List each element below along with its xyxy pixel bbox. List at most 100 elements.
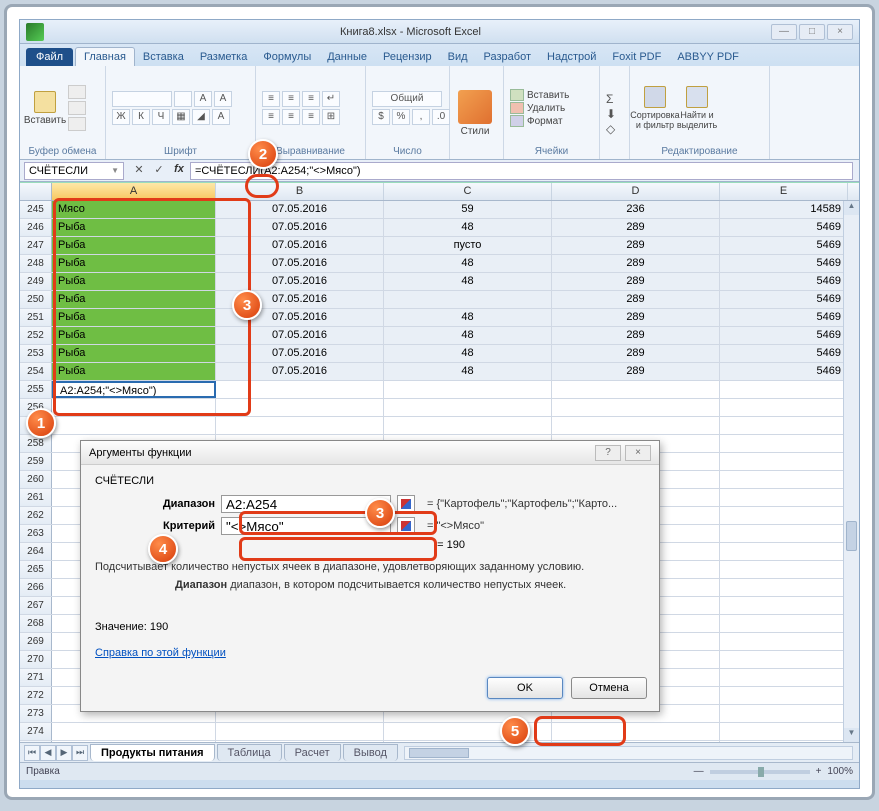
ok-button[interactable]: OK [487,677,563,699]
row-header[interactable]: 273 [20,705,52,722]
row-header[interactable]: 259 [20,453,52,470]
tab-insert[interactable]: Вставка [135,48,192,66]
align-top-icon[interactable]: ≡ [262,91,280,107]
tab-data[interactable]: Данные [319,48,375,66]
cell[interactable]: 5469 [720,273,848,290]
cell[interactable]: 289 [552,327,720,344]
underline-button[interactable]: Ч [152,109,170,125]
row-header[interactable]: 262 [20,507,52,524]
cell[interactable]: 48 [384,219,552,236]
col-header-c[interactable]: C [384,183,552,200]
clear-icon[interactable]: ◇ [606,122,616,136]
name-box[interactable]: СЧЁТЕСЛИ▼ [24,162,124,180]
cell[interactable]: Рыба [52,363,216,380]
comma-icon[interactable]: , [412,109,430,125]
row-header[interactable]: 246 [20,219,52,236]
number-format[interactable]: Общий [372,91,442,107]
table-row[interactable]: 248 Рыба 07.05.2016 48 289 5469 [20,255,859,273]
accept-formula-button[interactable]: ✓ [150,163,168,179]
row-header[interactable]: 252 [20,327,52,344]
row-header[interactable]: 267 [20,597,52,614]
horizontal-scrollbar[interactable] [404,746,853,760]
row-header[interactable]: 245 [20,201,52,218]
fx-button[interactable]: fx [170,163,188,179]
cell[interactable]: пусто [384,237,552,254]
sheet-nav-first[interactable]: ⏮ [24,745,40,761]
table-row[interactable]: 253 Рыба 07.05.2016 48 289 5469 [20,345,859,363]
tab-view[interactable]: Вид [440,48,476,66]
fill-color-icon[interactable]: ◢ [192,109,210,125]
cells-format[interactable]: Формат [510,115,569,127]
sheet-tab-products[interactable]: Продукты питания [90,744,215,761]
cell[interactable]: 48 [384,327,552,344]
cells-delete[interactable]: Удалить [510,102,569,114]
cell[interactable]: 5469 [720,327,848,344]
align-left-icon[interactable]: ≡ [262,109,280,125]
tab-dev[interactable]: Разработ [476,48,539,66]
tab-review[interactable]: Рецензир [375,48,440,66]
table-row[interactable]: 247 Рыба 07.05.2016 пусто 289 5469 [20,237,859,255]
row-header[interactable]: 255 [20,381,52,398]
cell[interactable]: Рыба [52,255,216,272]
cell[interactable]: 5469 [720,345,848,362]
zoom-slider[interactable] [710,770,810,774]
formula-input[interactable]: =СЧЁТЕСЛИ(A2:A254;"<>Мясо") [190,162,853,180]
cell[interactable]: Рыба [52,273,216,290]
scroll-thumb[interactable] [846,521,857,551]
row-header[interactable]: 250 [20,291,52,308]
tab-foxit[interactable]: Foxit PDF [604,48,669,66]
vertical-scrollbar[interactable]: ▲ ▼ [843,201,859,742]
fill-icon[interactable]: ⬇ [606,107,616,121]
table-row[interactable]: 245 Мясо 07.05.2016 59 236 14589 [20,201,859,219]
table-row[interactable]: 252 Рыба 07.05.2016 48 289 5469 [20,327,859,345]
col-header-b[interactable]: B [216,183,384,200]
paste-button[interactable]: Вставить [26,91,64,126]
select-all-corner[interactable] [20,183,52,200]
row-header[interactable]: 265 [20,561,52,578]
row-header[interactable]: 270 [20,651,52,668]
sheet-tab-out[interactable]: Вывод [343,744,398,761]
wrap-icon[interactable]: ↵ [322,91,340,107]
align-center-icon[interactable]: ≡ [282,109,300,125]
format-painter-icon[interactable] [68,117,86,131]
cell[interactable]: Рыба [52,219,216,236]
styles-button[interactable]: Стили [456,90,494,137]
sheet-nav-prev[interactable]: ◀ [40,745,56,761]
merge-icon[interactable]: ⊞ [322,109,340,125]
cell[interactable]: 48 [384,273,552,290]
cell[interactable]: 5469 [720,363,848,380]
sort-filter-button[interactable]: Сортировка и фильтр [636,86,674,130]
zoom-level[interactable]: 100% [827,766,853,777]
cell[interactable]: 289 [552,273,720,290]
cell[interactable]: 289 [552,309,720,326]
table-row[interactable]: 275 [20,741,859,742]
range-picker-icon[interactable] [397,495,415,513]
cancel-button[interactable]: Отмена [571,677,647,699]
cancel-formula-button[interactable]: ✕ [130,163,148,179]
cell[interactable]: 48 [384,309,552,326]
cell[interactable]: 07.05.2016 [216,255,384,272]
table-row[interactable]: 256 [20,399,859,417]
cell[interactable]: Рыба [52,237,216,254]
table-row[interactable]: 255 A2:A254;"<>Мясо") [20,381,859,399]
cell[interactable]: 07.05.2016 [216,363,384,380]
row-header[interactable]: 266 [20,579,52,596]
row-header[interactable]: 263 [20,525,52,542]
sheet-nav-last[interactable]: ⏭ [72,745,88,761]
cell[interactable]: Рыба [52,327,216,344]
italic-button[interactable]: К [132,109,150,125]
row-header[interactable]: 249 [20,273,52,290]
bold-button[interactable]: Ж [112,109,130,125]
cell[interactable]: Мясо [52,201,216,218]
row-header[interactable]: 253 [20,345,52,362]
cell[interactable]: 236 [552,201,720,218]
tab-layout[interactable]: Разметка [192,48,256,66]
row-header[interactable]: 251 [20,309,52,326]
maximize-button[interactable]: □ [799,24,825,40]
currency-icon[interactable]: $ [372,109,390,125]
col-header-a[interactable]: A [52,183,216,200]
row-header[interactable]: 269 [20,633,52,650]
cell[interactable]: 07.05.2016 [216,219,384,236]
font-name[interactable] [112,91,172,107]
cell[interactable]: 48 [384,255,552,272]
